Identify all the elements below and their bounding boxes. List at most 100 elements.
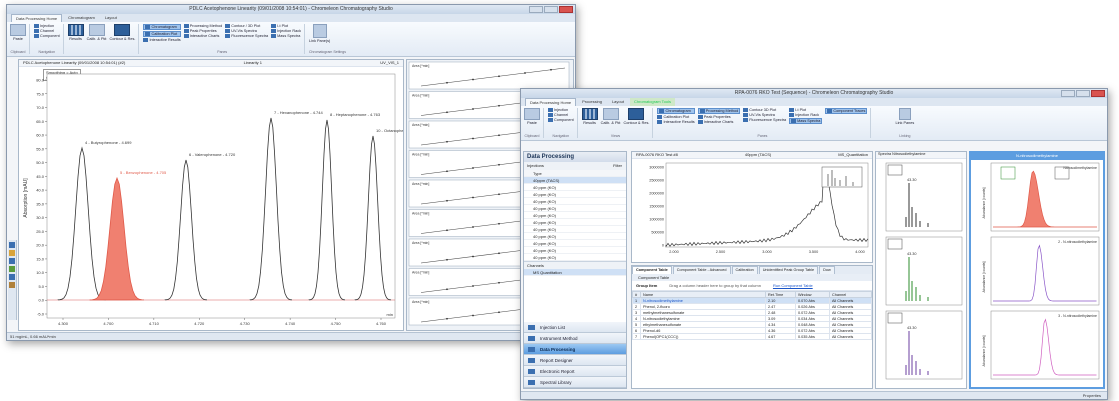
interactive-charts-button[interactable]: Interactive Charts [183, 34, 223, 38]
injection-rack-button[interactable]: Injection Rack [271, 29, 301, 33]
injection-row[interactable]: 40 ppm (KO) [524, 212, 626, 219]
front-component-button[interactable]: Component [548, 118, 574, 122]
front-tab-processing[interactable]: Processing [578, 98, 606, 106]
select-tool-icon[interactable] [9, 258, 15, 264]
nav-item-instrument-method[interactable]: Instrument Method [524, 333, 626, 344]
zoom-tool-icon[interactable] [9, 242, 15, 248]
tab-calibration[interactable]: Calibration [731, 266, 758, 274]
run-component-table-link[interactable]: Run Component Table [773, 283, 813, 288]
front-channel-button[interactable]: Channel [548, 113, 574, 117]
injection-row[interactable]: 40 ppm (KO) [524, 184, 626, 191]
front-contour-3d-button[interactable]: Contour 3D Plot [743, 108, 786, 112]
results-button[interactable]: Results [67, 24, 84, 41]
contour-3d-button[interactable]: Contour / 3D Plot [225, 24, 268, 28]
front-paste-button[interactable]: Paste [524, 108, 540, 125]
paste-button[interactable]: Paste [10, 24, 26, 41]
front-chromatogram-plot[interactable]: 3000000 2500000 2000000 1500000 1000000 50000… [632, 159, 872, 262]
integrate-tool-icon[interactable] [9, 266, 15, 272]
contour-button[interactable]: Contour & Res. [109, 24, 135, 41]
front-interactive-charts-button[interactable]: Interactive Charts [697, 120, 741, 124]
front-y-tick-label: 1000000 [649, 218, 664, 222]
channel-item[interactable]: MS Quantitation [524, 269, 626, 276]
mass-spectra-plots[interactable]: 43.30 43.30 43.30 [876, 159, 966, 388]
front-peak-properties-button[interactable]: Peak Properties [697, 115, 741, 119]
chromatogram-pane-button[interactable]: Chromatogram [143, 24, 181, 30]
nav-item-report-designer[interactable]: Report Designer [524, 355, 626, 366]
chromatogram-plot[interactable]: 80.0 75.0 70.0 65.0 60.0 55.0 50.0 45.0 40.0 35.0… [19, 68, 403, 330]
injection-row[interactable]: 40 ppm (KO) [524, 205, 626, 212]
component-traces-plots[interactable]: Abundance [counts] Nitrosodimethylamine Ab… [971, 160, 1103, 387]
front-component-traces-button[interactable]: Component Traces [825, 108, 868, 114]
injection-row[interactable]: 40 ppm (KO) [524, 247, 626, 254]
calibration-plot-button[interactable]: Calibration Plot [143, 31, 181, 37]
injection-row[interactable]: 40 ppm (KO) [524, 219, 626, 226]
nav-item-spectral-library[interactable]: Spectral Library [524, 377, 626, 388]
injection-row[interactable]: 40 ppm (KO) [524, 198, 626, 205]
front-tab-chromatogram-tools[interactable]: Chromatogram Tools [629, 98, 676, 106]
nav-item-electronic-report[interactable]: Electronic Report [524, 366, 626, 377]
tab-unidentified-peak-group[interactable]: Unidentified Peak Group Table [758, 266, 819, 274]
tab-overflow[interactable]: Dow [819, 266, 835, 274]
injection-row[interactable]: 40ppm (TACS) [524, 177, 626, 184]
front-calib-icon [602, 108, 619, 120]
mass-spectra-button[interactable]: Mass Spectra [271, 34, 301, 38]
front-processing-method-button[interactable]: Processing Method [697, 108, 741, 114]
front-calibration-plot-button[interactable]: Calibration Plot [657, 115, 694, 119]
uv-vis-icon [225, 29, 231, 33]
front-injection-rack-button[interactable]: Injection Rack [789, 113, 822, 117]
table-row[interactable]: 7 Phenol(OPC1(CCC)) 4.67 0.035 Abs All Chann… [632, 333, 872, 340]
filter-button[interactable]: Filter [613, 162, 622, 170]
calibration-axis-label: Area [*min] [412, 64, 429, 68]
injection-row[interactable]: 40 ppm (KO) [524, 233, 626, 240]
injection-nav-button[interactable]: Injection [34, 24, 60, 28]
maximize-button[interactable] [544, 6, 558, 13]
front-interactive-results-button[interactable]: Interactive Results [657, 120, 695, 124]
front-contour-button[interactable]: Contour & Res. [623, 108, 649, 125]
front-calib-button[interactable]: Calib. & Pkt [601, 108, 620, 125]
nav-item-injection-list[interactable]: Injection List [524, 322, 626, 333]
settings-tool-icon[interactable] [9, 282, 15, 288]
front-minimize-button[interactable] [1061, 90, 1075, 97]
tab-chromatogram[interactable]: Chromatogram [64, 14, 99, 22]
pan-tool-icon[interactable] [9, 250, 15, 256]
interactive-results-button[interactable]: Interactive Results [143, 38, 181, 42]
front-it-plot-button[interactable]: I-t Plot [789, 108, 822, 112]
nav-item-icon [528, 347, 535, 352]
injection-row[interactable]: 40 ppm (KO) [524, 240, 626, 247]
tab-component-table-advanced[interactable]: Component Table - Advanced [672, 266, 731, 274]
tab-layout[interactable]: Layout [101, 14, 121, 22]
calibration-point [498, 281, 500, 284]
front-fluorescence-button[interactable]: Fluorescence Spectra [743, 118, 786, 122]
front-uv-vis-button[interactable]: UV-Vis Spectra [743, 113, 786, 117]
component-nav-button[interactable]: Component [34, 34, 60, 38]
front-maximize-button[interactable] [1076, 90, 1090, 97]
close-button[interactable] [559, 6, 573, 13]
link-panes-button[interactable]: Link Pane(s) [309, 24, 330, 43]
minimize-button[interactable] [529, 6, 543, 13]
front-tab-data-processing-home[interactable]: Data Processing Home [525, 98, 577, 106]
peak-properties-button[interactable]: Peak Properties [183, 29, 223, 33]
properties-button[interactable]: Properties [1083, 393, 1101, 398]
tab-component-table[interactable]: Component Table [632, 266, 672, 274]
front-link-panes-button[interactable]: Link Panes [895, 108, 914, 125]
it-plot-button[interactable]: I-t Plot [271, 24, 301, 28]
front-results-button[interactable]: Results [581, 108, 598, 125]
baseline-tool-icon[interactable] [9, 274, 15, 280]
processing-method-button[interactable]: Processing Method [183, 24, 222, 28]
front-mass-spectra-button[interactable]: Mass Spectra [789, 118, 823, 124]
channel-nav-button[interactable]: Channel [34, 29, 60, 33]
front-tab-layout[interactable]: Layout [608, 98, 628, 106]
front-injection-button[interactable]: Injection [548, 108, 574, 112]
tab-data-processing-home[interactable]: Data Processing Home [11, 14, 63, 22]
front-fluorescence-icon [743, 118, 749, 122]
calib-button[interactable]: Calib. & Pkt [87, 24, 106, 41]
front-chromatogram-button[interactable]: Chromatogram [657, 108, 695, 114]
injection-row[interactable]: 40 ppm (KO) [524, 226, 626, 233]
uv-vis-button[interactable]: UV-Vis Spectra [225, 29, 268, 33]
fluorescence-button[interactable]: Fluorescence Spectra [225, 34, 268, 38]
y-tick-label: 50.0 [36, 160, 45, 165]
injection-row[interactable]: 40 ppm (KO) [524, 254, 626, 261]
nav-item-data-processing[interactable]: Data Processing [524, 344, 626, 355]
front-close-button[interactable] [1091, 90, 1105, 97]
injection-row[interactable]: 40 ppm (KO) [524, 191, 626, 198]
